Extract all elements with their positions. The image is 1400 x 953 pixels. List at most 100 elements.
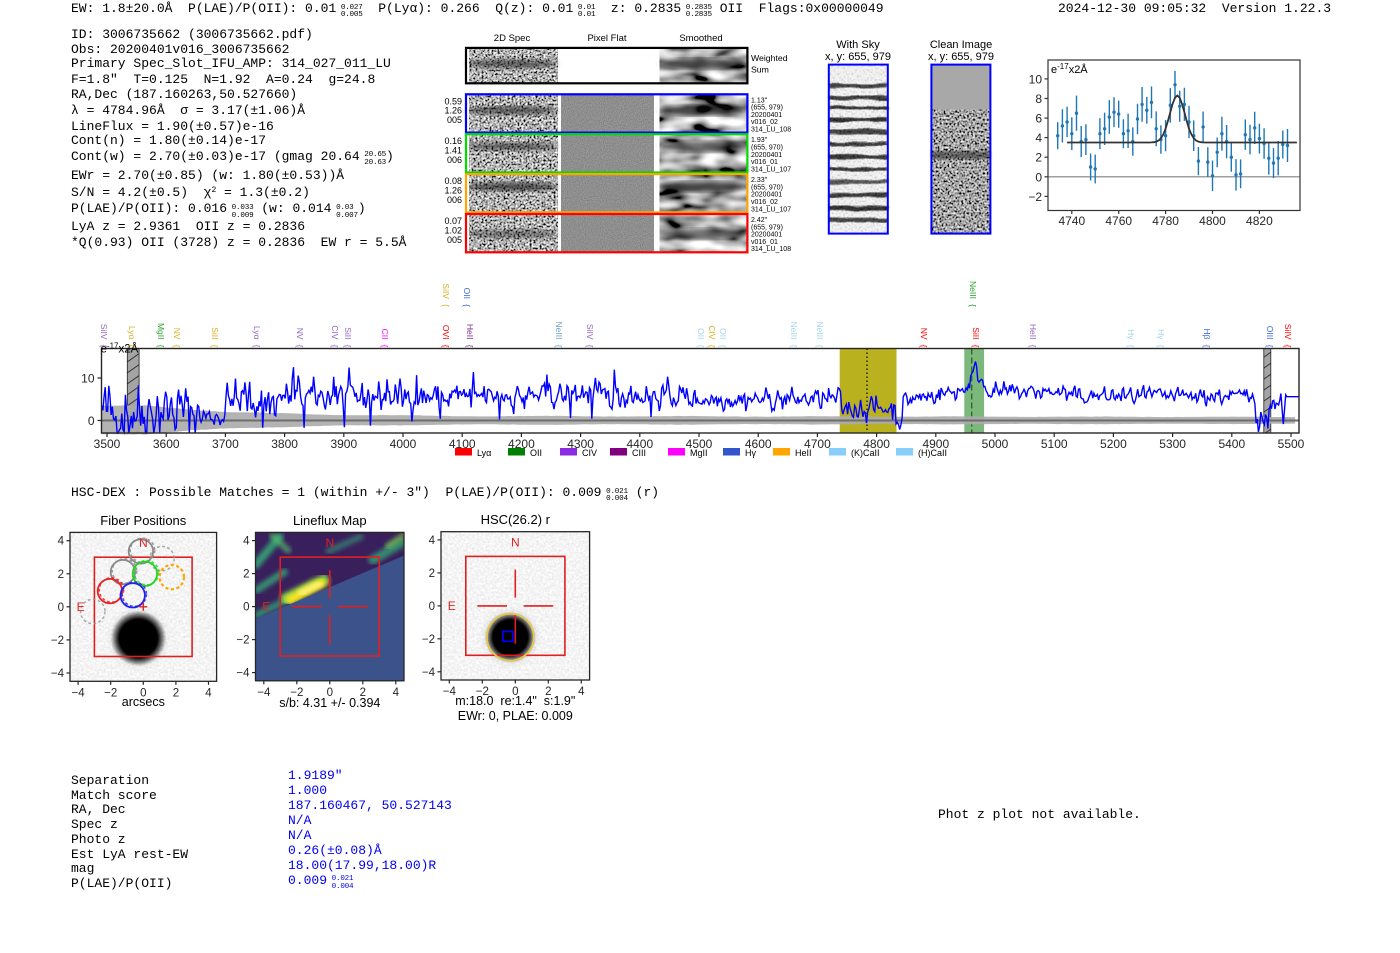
svg-text:8: 8 [1035, 92, 1042, 106]
svg-text:5300: 5300 [1159, 437, 1186, 451]
svg-text:314_LU_108: 314_LU_108 [751, 246, 791, 253]
svg-text:HSC(26.2) r: HSC(26.2) r [481, 512, 551, 527]
svg-text:SiII: SiII [971, 327, 981, 339]
svg-text:EWr: 0, PLAE: 0.009: EWr: 0, PLAE: 0.009 [458, 709, 573, 723]
svg-text:3700: 3700 [212, 437, 239, 451]
svg-text:{: { [1265, 345, 1275, 348]
svg-text:{: { [465, 345, 475, 348]
svg-text:v016_01: v016_01 [751, 239, 778, 246]
svg-text:{: { [718, 345, 728, 348]
svg-text:{: { [554, 345, 564, 348]
svg-text:e-17x2Å: e-17x2Å [101, 342, 139, 356]
svg-text:4: 4 [58, 536, 65, 548]
svg-text:Pixel Flat: Pixel Flat [587, 33, 626, 44]
svg-text:N: N [511, 535, 520, 549]
svg-text:Lyα: Lyα [127, 326, 137, 340]
svg-text:−2: −2 [422, 634, 435, 646]
svg-text:(655, 979): (655, 979) [751, 224, 783, 231]
svg-text:4820: 4820 [1246, 214, 1273, 228]
svg-text:4: 4 [205, 687, 212, 699]
svg-text:4000: 4000 [390, 437, 417, 451]
svg-text:5000: 5000 [982, 437, 1009, 451]
svg-text:{: { [156, 345, 166, 348]
svg-text:OII: OII [696, 328, 706, 339]
svg-text:Clean Image: Clean Image [930, 39, 992, 51]
svg-text:1.13": 1.13" [751, 97, 768, 104]
svg-text:{: { [696, 345, 706, 348]
svg-text:Lyα: Lyα [477, 448, 491, 458]
svg-text:005: 005 [447, 235, 462, 245]
svg-text:2: 2 [173, 687, 179, 699]
svg-text:{: { [815, 345, 825, 348]
svg-text:−2: −2 [236, 635, 249, 647]
svg-text:0: 0 [88, 414, 95, 428]
svg-text:0: 0 [58, 602, 64, 614]
svg-text:v016_02: v016_02 [751, 119, 778, 126]
svg-text:Hγ: Hγ [1156, 329, 1166, 340]
svg-text:314_LU_108: 314_LU_108 [751, 127, 791, 134]
svg-text:Weighted: Weighted [751, 53, 788, 63]
svg-text:−4: −4 [236, 668, 250, 680]
svg-text:Lyα: Lyα [252, 326, 262, 340]
svg-text:(H)CaII: (H)CaII [918, 448, 947, 458]
svg-text:5500: 5500 [1278, 437, 1305, 451]
svg-text:5200: 5200 [1100, 437, 1127, 451]
svg-text:CIV: CIV [707, 325, 717, 340]
svg-text:OIII: OIII [1265, 326, 1275, 340]
svg-text:6: 6 [1035, 112, 1042, 126]
svg-text:4: 4 [243, 536, 250, 548]
svg-text:Lineflux Map: Lineflux Map [293, 513, 367, 528]
svg-text:−4: −4 [72, 687, 86, 699]
svg-text:OII: OII [530, 448, 542, 458]
svg-text:OVI: OVI [441, 325, 451, 340]
svg-text:N: N [325, 536, 334, 550]
svg-text:4760: 4760 [1105, 214, 1132, 228]
svg-text:v016_01: v016_01 [751, 159, 778, 166]
svg-text:SiIV: SiIV [1283, 324, 1293, 340]
svg-text:NeIII: NeIII [554, 322, 564, 340]
svg-text:{: { [968, 304, 978, 307]
svg-text:MgII: MgII [690, 448, 708, 458]
svg-text:314_LU_107: 314_LU_107 [751, 166, 791, 173]
svg-text:arcsecs: arcsecs [122, 695, 165, 709]
svg-text:{: { [252, 345, 262, 348]
svg-text:{: { [1126, 345, 1136, 348]
svg-text:SiIV: SiIV [441, 283, 451, 299]
svg-text:NV: NV [172, 328, 182, 340]
svg-text:{: { [789, 345, 799, 348]
svg-text:3500: 3500 [94, 437, 121, 451]
svg-text:CII: CII [380, 329, 390, 340]
svg-text:0: 0 [429, 601, 435, 613]
svg-text:Hβ: Hβ [1202, 328, 1212, 339]
svg-text:s/b: 4.31 +/- 0.394: s/b: 4.31 +/- 0.394 [279, 696, 380, 710]
svg-text:3800: 3800 [271, 437, 298, 451]
svg-text:2.33": 2.33" [751, 177, 768, 184]
svg-text:(K)CaII: (K)CaII [851, 448, 880, 458]
svg-text:OII: OII [718, 328, 728, 339]
svg-text:x, y: 655, 979: x, y: 655, 979 [928, 51, 994, 63]
svg-text:(655, 979): (655, 979) [751, 105, 783, 112]
svg-text:0: 0 [1035, 170, 1042, 184]
svg-text:SiII: SiII [343, 327, 353, 339]
svg-text:CIII: CIII [632, 448, 646, 458]
svg-text:20200401: 20200401 [751, 192, 782, 199]
svg-text:HeII: HeII [465, 324, 475, 340]
svg-text:With Sky: With Sky [836, 39, 880, 51]
svg-text:e-17x2Å: e-17x2Å [1051, 62, 1088, 76]
svg-text:006: 006 [447, 155, 462, 165]
svg-text:3900: 3900 [330, 437, 357, 451]
svg-text:4: 4 [393, 687, 400, 699]
svg-text:5100: 5100 [1041, 437, 1068, 451]
svg-text:−2: −2 [51, 635, 64, 647]
svg-text:−4: −4 [257, 687, 271, 699]
svg-text:4780: 4780 [1152, 214, 1179, 228]
svg-text:SiIV: SiIV [99, 324, 109, 340]
svg-text:20200401: 20200401 [751, 232, 782, 239]
svg-text:2.42": 2.42" [751, 217, 768, 224]
svg-text:0: 0 [243, 602, 249, 614]
svg-text:{: { [971, 345, 981, 348]
svg-text:x, y: 655, 979: x, y: 655, 979 [825, 51, 891, 63]
svg-text:{: { [172, 345, 182, 348]
svg-text:{: { [1283, 345, 1293, 348]
svg-text:2: 2 [243, 569, 249, 581]
